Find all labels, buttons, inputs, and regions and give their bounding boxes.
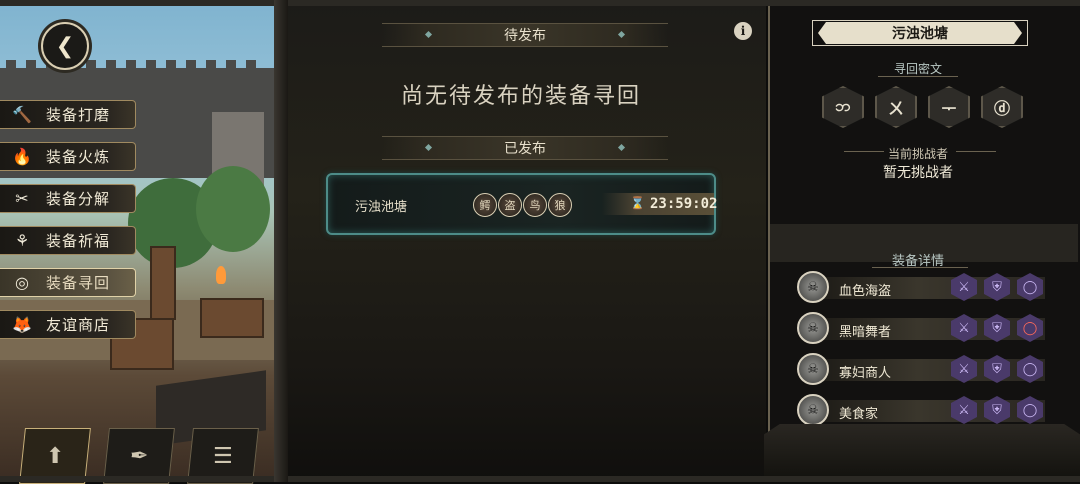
left-divider-frame xyxy=(274,0,288,482)
menu-item-label: 装备分解 xyxy=(46,190,111,208)
upload-icon: ⬆ xyxy=(45,443,65,469)
fox-icon: 🦊 xyxy=(12,315,32,334)
empty-message: 尚无待发布的装备寻回 xyxy=(400,84,641,109)
crenel xyxy=(26,60,36,68)
crenel xyxy=(246,60,256,68)
flame-icon: 🔥 xyxy=(12,147,32,166)
diamond-ornament xyxy=(424,143,433,152)
character-portrait: ☠ xyxy=(797,394,829,426)
crenel xyxy=(86,60,96,68)
menu-item-label: 装备火炼 xyxy=(46,148,111,166)
back-arrow-icon: ❮ xyxy=(55,33,75,59)
avatar: 鸟 xyxy=(523,193,547,217)
countdown-timer: 23:59:02 xyxy=(650,196,718,212)
character-portrait: ☠ xyxy=(797,271,829,303)
barrel-stack xyxy=(150,246,176,320)
character-portrait: ☠ xyxy=(797,353,829,385)
tree xyxy=(196,166,270,252)
divider xyxy=(872,267,968,268)
hourglass-icon: ⌛ xyxy=(630,196,645,210)
quill-icon: ✒ xyxy=(129,443,149,469)
diamond-ornament xyxy=(424,30,433,39)
character-row[interactable]: ☠ 黑暗舞者 ⚔ ⛨ ◯ xyxy=(797,312,1045,344)
published-banner: 已发布 xyxy=(382,136,668,160)
avatar: 盗 xyxy=(498,193,522,217)
hammer-icon: 🔨 xyxy=(12,105,32,124)
challenger-label: 当前挑战者 xyxy=(887,147,948,161)
crenel xyxy=(106,60,116,68)
diamond-ornament xyxy=(617,143,626,152)
character-name: 血色海盗 xyxy=(839,284,892,299)
disassemble-icon: ✂ xyxy=(15,189,29,208)
panel-title: 污浊池塘 xyxy=(818,22,1022,44)
blessing-icon: ⚘ xyxy=(14,231,30,250)
crenel xyxy=(186,60,196,68)
character-row[interactable]: ☠ 血色海盗 ⚔ ⛨ ◯ xyxy=(797,271,1045,303)
avatar: 狼 xyxy=(548,193,572,217)
divider xyxy=(878,76,958,77)
crenel xyxy=(166,60,176,68)
pending-banner: 待发布 xyxy=(382,23,668,47)
menu-item-disassemble[interactable]: ✂ 装备分解 xyxy=(0,184,136,213)
character-portrait: ☠ xyxy=(797,312,829,344)
right-bottom-frame xyxy=(764,424,1080,476)
crenel xyxy=(146,60,156,68)
menu-item-fire-refine[interactable]: 🔥 装备火炼 xyxy=(0,142,136,171)
menu-item-bless[interactable]: ⚘ 装备祈福 xyxy=(0,226,136,255)
torch-flame xyxy=(216,266,226,284)
character-name: 黑暗舞者 xyxy=(839,325,892,340)
menu-item-retrieve[interactable]: ◎ 装备寻回 xyxy=(0,268,136,297)
top-frame xyxy=(0,0,1080,6)
back-button[interactable]: ❮ xyxy=(41,22,89,70)
timer-box: ⌛ 23:59:02 xyxy=(602,193,718,215)
crenel xyxy=(126,60,136,68)
diamond-ornament xyxy=(617,30,626,39)
menu-item-polish[interactable]: 🔨 装备打磨 xyxy=(0,100,136,129)
center-panel xyxy=(276,0,766,482)
bottom-frame xyxy=(0,476,1080,482)
info-icon[interactable]: i xyxy=(734,22,752,40)
menu-item-label: 装备祈福 xyxy=(46,232,111,250)
published-title: 已发布 xyxy=(504,141,546,157)
pending-title: 待发布 xyxy=(504,28,546,44)
entry-name: 污浊池塘 xyxy=(355,200,408,215)
menu-item-label: 装备打磨 xyxy=(46,106,111,124)
challenger-value: 暂无挑战者 xyxy=(883,165,953,181)
crenel xyxy=(226,60,236,68)
crenel xyxy=(6,60,16,68)
character-name: 美食家 xyxy=(839,407,879,422)
character-name: 寡妇商人 xyxy=(839,366,892,381)
crenel xyxy=(206,60,216,68)
menu-item-friend-shop[interactable]: 🦊 友谊商店 xyxy=(0,310,136,339)
character-row[interactable]: ☠ 美食家 ⚔ ⛨ ◯ xyxy=(797,394,1045,426)
menu-item-label: 友谊商店 xyxy=(46,316,111,334)
list-icon: ☰ xyxy=(213,443,233,469)
target-icon: ◎ xyxy=(15,273,29,292)
avatar: 鳄 xyxy=(473,193,497,217)
character-row[interactable]: ☠ 寡妇商人 ⚔ ⛨ ◯ xyxy=(797,353,1045,385)
rune-title: 寻回密文 xyxy=(893,62,942,76)
crate xyxy=(200,298,264,338)
menu-item-label: 装备寻回 xyxy=(46,274,111,292)
